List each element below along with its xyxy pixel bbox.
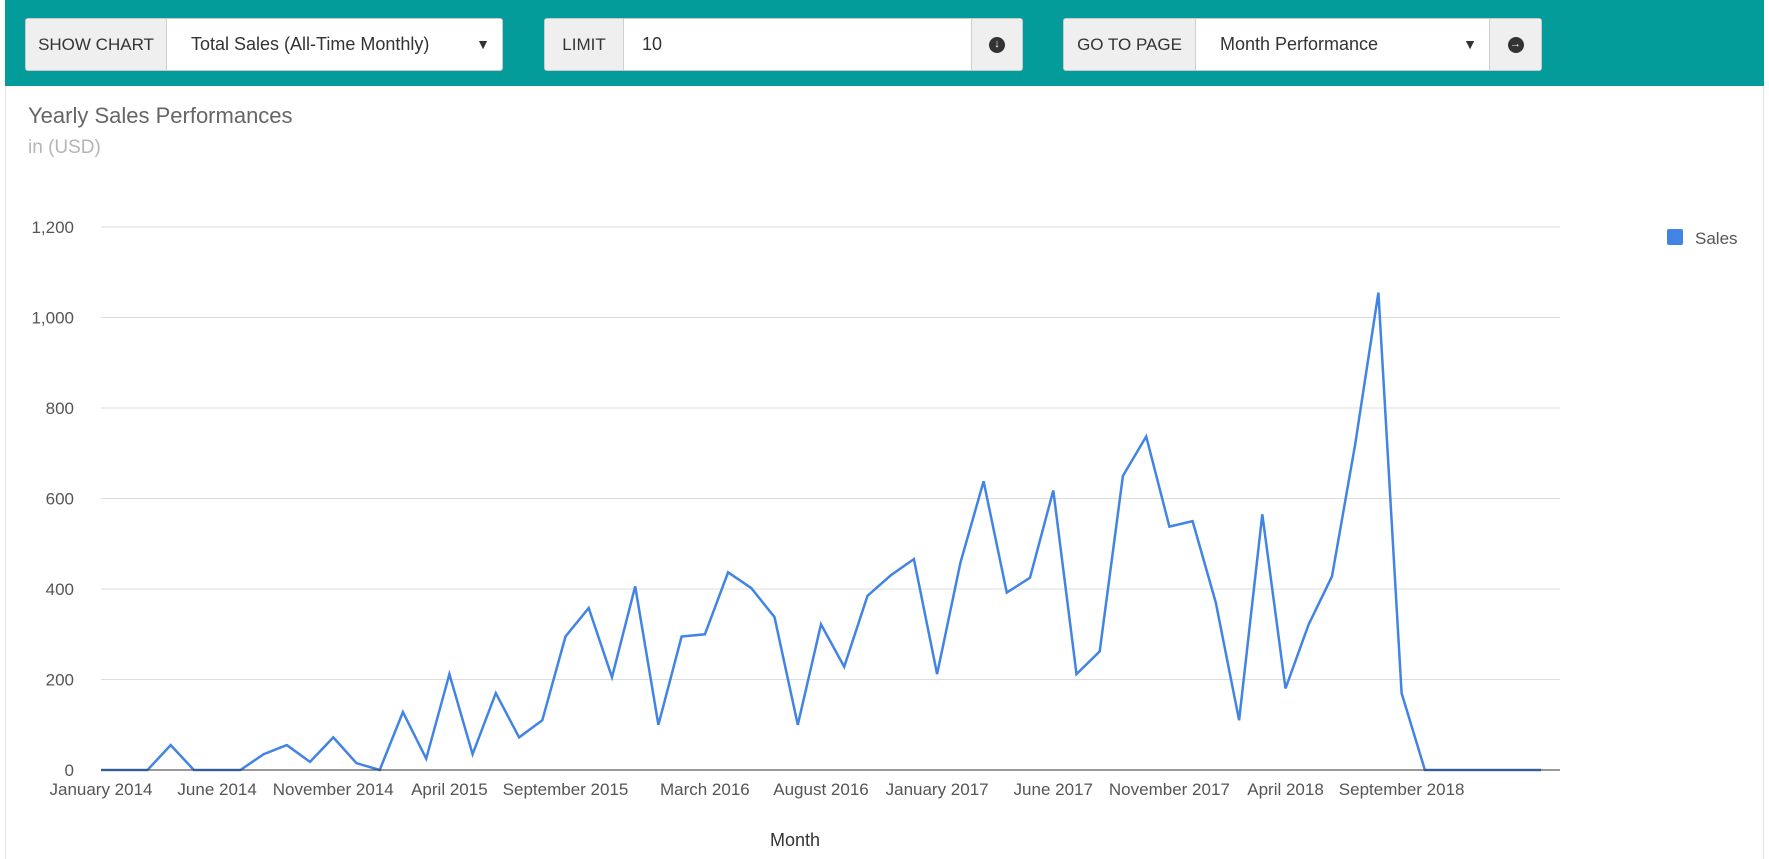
- x-tick-label: September 2015: [503, 780, 629, 799]
- x-tick-label: January 2014: [49, 780, 152, 799]
- x-tick-label: September 2018: [1339, 780, 1465, 799]
- x-tick-label: June 2017: [1014, 780, 1093, 799]
- y-tick-label: 1,000: [31, 309, 74, 328]
- sales-line-chart: 0 200 400 600 800 1,000 1,200 January 2014 June…: [31, 218, 1738, 850]
- y-tick-label: 0: [65, 761, 74, 780]
- x-tick-label: April 2015: [411, 780, 488, 799]
- y-tick-label: 1,200: [31, 218, 74, 237]
- series-line-sales: [101, 292, 1541, 772]
- y-tick-label: 200: [46, 671, 74, 690]
- legend-swatch-sales: [1667, 229, 1683, 245]
- legend: Sales: [1667, 229, 1738, 248]
- y-tick-label: 400: [46, 580, 74, 599]
- x-axis-label: Month: [770, 830, 820, 850]
- x-tick-label: June 2014: [177, 780, 256, 799]
- x-tick-label: March 2016: [660, 780, 750, 799]
- x-tick-label: November 2017: [1109, 780, 1230, 799]
- x-tick-label: January 2017: [886, 780, 989, 799]
- x-tick-label: August 2016: [773, 780, 868, 799]
- y-tick-label: 800: [46, 399, 74, 418]
- legend-label-sales: Sales: [1695, 229, 1738, 248]
- y-tick-label: 600: [46, 490, 74, 509]
- x-tick-label: November 2014: [273, 780, 394, 799]
- x-tick-label: April 2018: [1247, 780, 1324, 799]
